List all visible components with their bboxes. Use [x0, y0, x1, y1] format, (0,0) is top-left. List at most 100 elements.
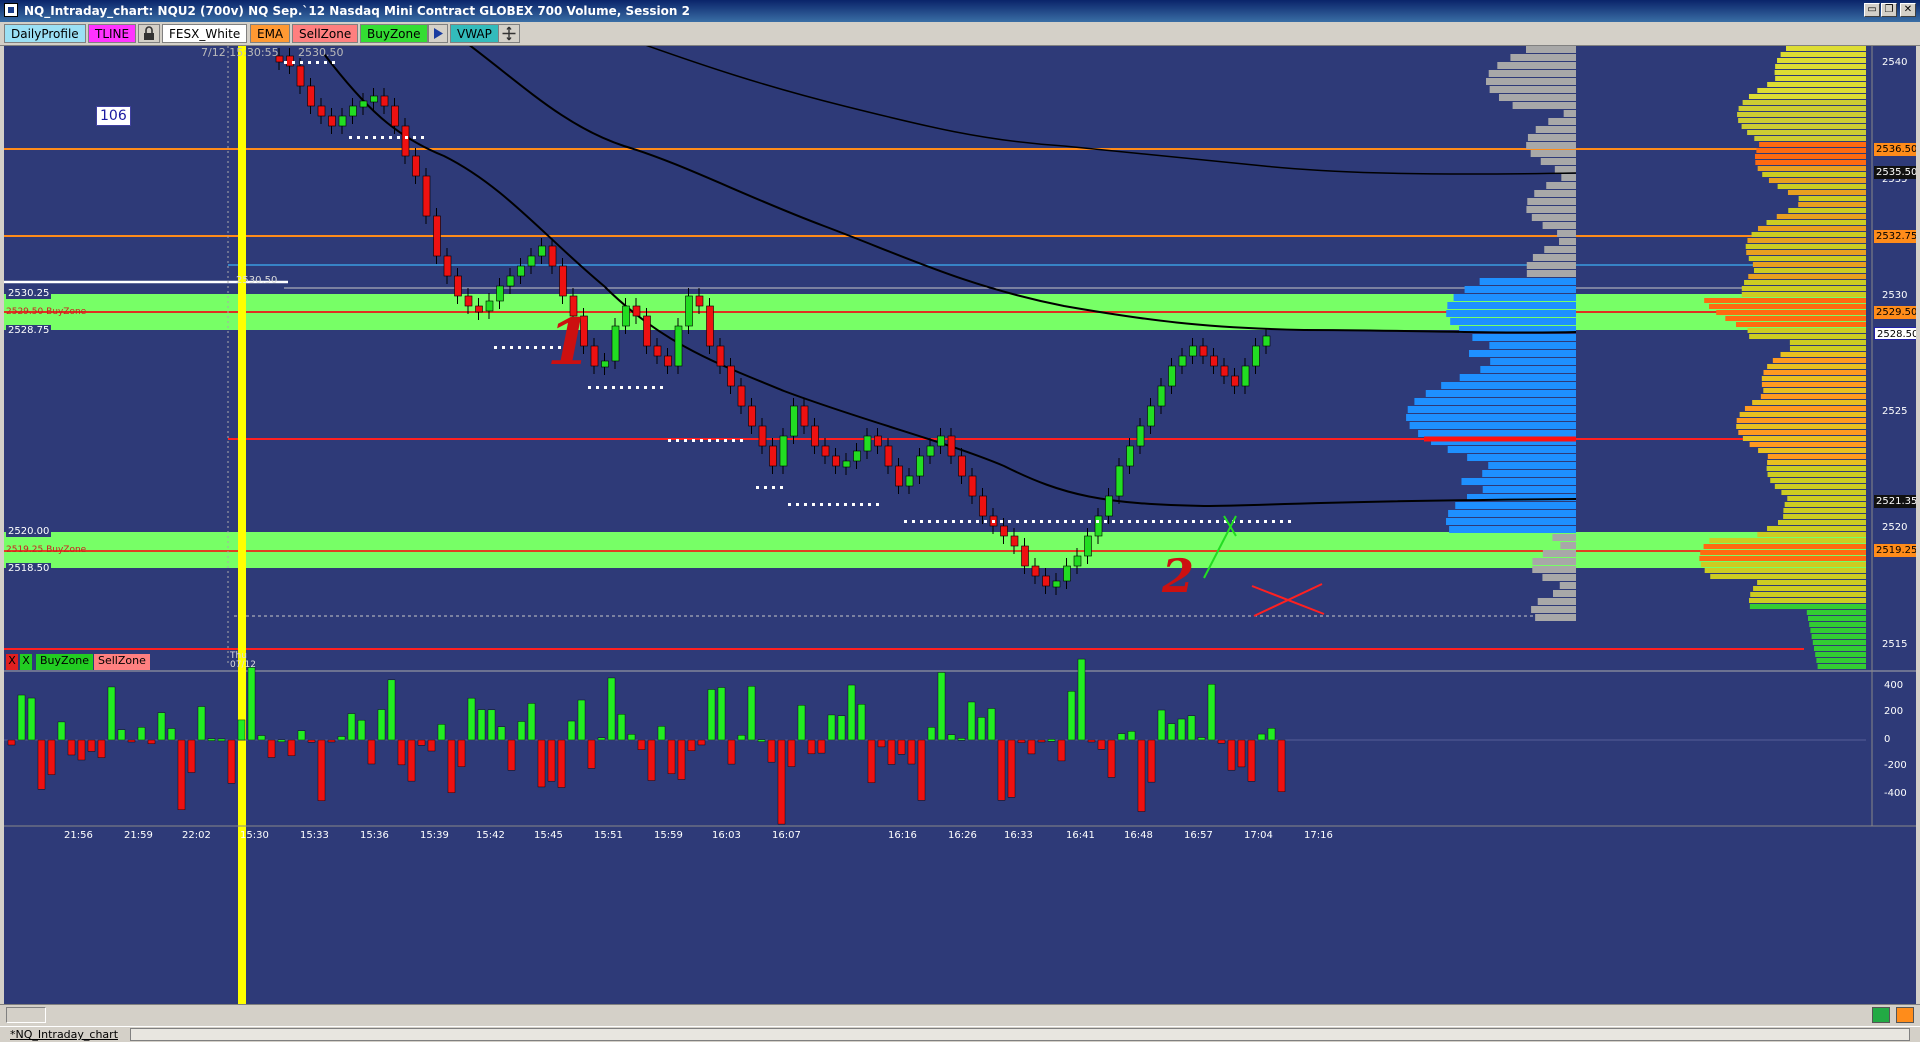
price-chart[interactable]: 1 2 7/12 15:30:55 2530.50 106 2530.50 25… — [4, 46, 1916, 1004]
play-icon[interactable] — [428, 24, 448, 43]
candle-body — [496, 285, 504, 302]
pan-icon[interactable] — [498, 24, 520, 43]
histogram-bar — [887, 739, 896, 765]
poc-dot — [349, 136, 352, 139]
composite-profile-bar — [1762, 172, 1866, 177]
histogram-bar — [737, 735, 746, 741]
chart-tab[interactable]: *NQ_Intraday_chart — [10, 1028, 118, 1041]
histogram-bar — [67, 739, 76, 756]
composite-profile-bar — [1766, 466, 1866, 471]
composite-profile-bar — [1777, 184, 1866, 189]
session-profile-bar — [1540, 158, 1576, 165]
session-profile-bar — [1486, 78, 1576, 85]
composite-profile-bar — [1700, 562, 1866, 567]
poc-dot — [628, 386, 631, 389]
histogram-bar — [947, 734, 956, 741]
candle-body — [1052, 580, 1061, 588]
session-profile-bar — [1425, 390, 1576, 397]
restore-button[interactable]: ▭ — [1864, 3, 1880, 17]
candle-body — [601, 360, 609, 368]
histogram-bar — [957, 738, 966, 741]
poc-dot — [668, 439, 671, 442]
candle-body — [748, 405, 756, 427]
candle-body — [695, 295, 704, 307]
poc-dot — [944, 520, 947, 523]
poc-dot — [1048, 520, 1051, 523]
composite-profile-bar — [1774, 70, 1866, 75]
histogram-bar — [927, 727, 936, 741]
histogram-bar — [1187, 715, 1196, 741]
histogram-bar — [1057, 739, 1066, 762]
session-profile-bar — [1560, 542, 1576, 549]
zone-lower-mid-label: 2519.25 BuyZone — [6, 545, 87, 555]
histogram-bar — [627, 734, 636, 741]
time-axis[interactable]: 21:56 21:59 22:02 15:30 15:33 15:36 15:39 15:42… — [4, 830, 1872, 844]
candle-body — [884, 445, 893, 467]
session-profile-bar — [1526, 262, 1576, 269]
session-profile-bar — [1459, 374, 1576, 381]
add-sellzone-button[interactable]: SellZone — [94, 654, 150, 670]
lock-icon[interactable] — [138, 24, 160, 43]
composite-profile-bar — [1755, 160, 1866, 165]
histogram-bar — [587, 739, 596, 769]
session-profile-bar — [1535, 614, 1576, 621]
session-profile-bar — [1490, 358, 1576, 365]
composite-profile-bar — [1747, 130, 1866, 135]
maximize-button[interactable]: ❐ — [1881, 3, 1897, 17]
poc-dot — [1184, 520, 1187, 523]
price-axis-label: 2515 — [1882, 639, 1908, 650]
composite-profile-bar — [1738, 106, 1866, 111]
vwap-line — [468, 46, 1577, 334]
poc-dot — [1176, 520, 1179, 523]
close-button[interactable]: ✕ — [1900, 3, 1916, 17]
histogram-bar — [1107, 739, 1116, 778]
composite-profile-bar — [1809, 622, 1866, 627]
poc-dot — [684, 439, 687, 442]
remove-buy-x-button[interactable]: X — [20, 654, 32, 670]
poc-dot — [984, 520, 987, 523]
histogram-bar — [717, 687, 726, 741]
horizontal-scrollbar[interactable] — [130, 1028, 1910, 1041]
composite-profile-bar — [1811, 634, 1866, 639]
sell-zone-button[interactable]: SellZone — [292, 24, 359, 43]
histogram-bar — [817, 739, 826, 754]
poc-dot — [836, 503, 839, 506]
composite-profile-bar — [1751, 232, 1866, 237]
candle-body — [1241, 365, 1250, 387]
histogram-bar — [187, 739, 196, 773]
last-price-tag: 2528.50 — [1874, 327, 1916, 340]
candle-body — [527, 255, 536, 267]
tline-button[interactable]: TLINE — [88, 24, 137, 43]
ema-button[interactable]: EMA — [250, 24, 291, 43]
refresh-icon[interactable] — [1872, 1007, 1890, 1023]
session-profile-bar — [1482, 470, 1576, 477]
remove-sell-x-button[interactable]: X — [6, 654, 18, 670]
poc-dot — [912, 520, 915, 523]
session-profile-bar — [1479, 278, 1576, 285]
fesx-white-button[interactable]: FESX_White — [162, 24, 248, 43]
add-buyzone-button[interactable]: BuyZone — [36, 654, 94, 670]
histogram-bar — [297, 730, 306, 741]
app-icon[interactable] — [4, 3, 18, 17]
composite-profile-bar — [1789, 340, 1866, 345]
buy-zone-button[interactable]: BuyZone — [360, 24, 428, 43]
zoom-box[interactable] — [6, 1007, 46, 1023]
session-profile-bar — [1554, 166, 1576, 173]
session-profile-bar — [1526, 142, 1576, 149]
histogram-bar — [1257, 733, 1266, 741]
time-axis-label: 16:16 — [888, 830, 917, 841]
session-profile-bar — [1480, 366, 1576, 373]
composite-profile-bar — [1736, 418, 1866, 423]
composite-profile-bar — [1774, 484, 1866, 489]
session-profile-bar — [1472, 334, 1576, 341]
poc-dot — [1120, 520, 1123, 523]
chart-canvas[interactable]: 1 2 — [4, 46, 1916, 1004]
trade-icon[interactable] — [1896, 1007, 1914, 1023]
session-profile-bar — [1526, 46, 1576, 53]
vwap-button[interactable]: VWAP — [450, 24, 499, 43]
time-axis-label: 15:33 — [300, 830, 329, 841]
composite-profile-bar — [1746, 250, 1866, 255]
candle-body — [926, 445, 935, 457]
candle-body — [853, 450, 861, 462]
daily-profile-button[interactable]: DailyProfile — [4, 24, 86, 43]
